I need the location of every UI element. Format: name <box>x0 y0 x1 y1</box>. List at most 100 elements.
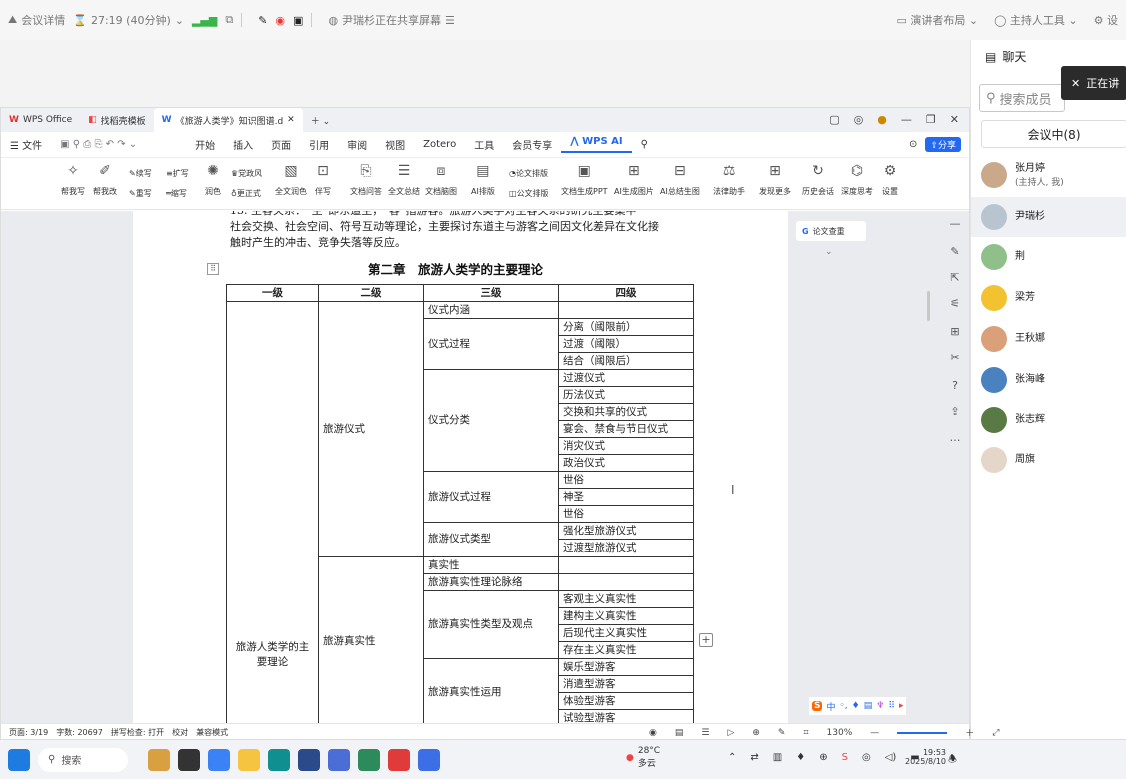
polish-button[interactable]: ✺ 润色 <box>204 162 222 197</box>
record-icon[interactable]: ◉ <box>275 14 285 27</box>
spell-check-toggle[interactable]: 拼写检查: 打开 <box>111 727 164 738</box>
menu-view[interactable]: 视图 <box>376 137 414 152</box>
gov-style-button[interactable]: ♛党政风 <box>231 168 262 179</box>
filter-icon[interactable]: ⚟ <box>947 297 963 313</box>
meeting-timer[interactable]: ⌛ 27:19 (40分钟) ⌄ <box>73 12 184 28</box>
level3-cell[interactable]: 旅游真实性运用 <box>423 658 559 723</box>
member-item[interactable]: 张海峰 <box>971 360 1126 400</box>
member-item[interactable]: 荆 <box>971 237 1126 277</box>
menu-insert[interactable]: 插入 <box>224 137 262 152</box>
taskbar-search[interactable]: ⚲ 搜索 <box>38 747 128 772</box>
popout-icon[interactable]: ⧉ <box>225 13 233 27</box>
add-column-button[interactable]: + <box>699 633 713 647</box>
official-layout-button[interactable]: ◫公文排版 <box>509 188 549 199</box>
mindmap-button[interactable]: ⧈ 文档脑图 <box>425 162 457 197</box>
outline-view-icon[interactable]: ☰ <box>701 728 709 738</box>
maximize-icon[interactable]: ❐ <box>926 113 936 126</box>
menu-member[interactable]: 会员专享 <box>503 137 561 152</box>
level4-cell[interactable]: 政治仪式 <box>558 454 694 472</box>
volume-icon[interactable]: ◁) <box>885 752 897 763</box>
meeting-details[interactable]: ⛰ 会议详情 <box>8 12 65 28</box>
level4-cell[interactable]: 客观主义真实性 <box>558 590 694 608</box>
level4-cell[interactable] <box>558 301 694 319</box>
clock[interactable]: 19:53 2025/8/10 <box>905 748 946 766</box>
ai-layout-button[interactable]: ▤ AI排版 <box>471 162 495 197</box>
host-tools-button[interactable]: ◯ 主持人工具 ⌄ <box>994 12 1078 28</box>
tab-wps-office[interactable]: W WPS Office <box>1 108 80 132</box>
menu-zotero[interactable]: Zotero <box>414 139 465 150</box>
header-cell[interactable]: 三级 <box>423 284 559 302</box>
header-cell[interactable]: 一级 <box>226 284 319 302</box>
paragraph[interactable]: 触时产生的冲击、竞争失落等反应。 <box>230 235 406 251</box>
translate-icon[interactable]: ⊞ <box>947 325 963 341</box>
calculator-icon[interactable] <box>358 748 380 771</box>
paper-check-button[interactable]: G 论文查重 <box>796 221 866 241</box>
ai-image-button[interactable]: ⊞ AI生成图片 <box>614 162 654 197</box>
tools-icon[interactable]: ✂ <box>947 351 963 367</box>
eye-icon[interactable]: ◉ <box>649 728 657 738</box>
level3-cell[interactable]: 真实性 <box>423 556 559 574</box>
tray-icon[interactable]: ⊕ <box>819 752 827 763</box>
new-tab-button[interactable]: ＋ ⌄ <box>303 108 338 132</box>
scrollbar-thumb[interactable] <box>927 291 930 321</box>
help-icon[interactable]: ? <box>947 379 963 395</box>
member-item[interactable]: 王秋娜 <box>971 319 1126 359</box>
browser-icon[interactable] <box>268 748 290 771</box>
zoom-slider[interactable] <box>897 731 948 734</box>
summary-button[interactable]: ☰ 全文总结 <box>388 162 420 197</box>
menu-review[interactable]: 审阅 <box>338 137 376 152</box>
share-doc-icon[interactable]: ⇪ <box>947 405 963 421</box>
mail-icon[interactable] <box>328 748 350 771</box>
member-item[interactable]: 张月婷 (主持人, 我) <box>971 155 1126 195</box>
level4-cell[interactable]: 神圣 <box>558 488 694 506</box>
proofread-button[interactable]: 校对 <box>172 727 188 738</box>
level4-cell[interactable]: 交换和共享的仪式 <box>558 403 694 421</box>
remote-control-icon[interactable]: ▣ <box>293 14 303 27</box>
quick-access-icons[interactable]: ▣ ⚲ ⎙ ⎘ ↶ ↷ ⌄ <box>51 139 146 150</box>
punctuation-icon[interactable]: ◦, <box>840 701 848 711</box>
more-icon[interactable]: … <box>947 431 963 447</box>
tab-chat[interactable]: ▤ 聊天 <box>985 48 1026 65</box>
skin-icon[interactable]: ◎ <box>854 113 864 126</box>
companion-button[interactable]: ⊡ 伴写 <box>314 162 332 197</box>
menu-wps-ai[interactable]: ⋀ WPS AI <box>561 136 632 153</box>
level4-cell[interactable]: 过渡仪式 <box>558 369 694 387</box>
ime-more-icon[interactable]: ▸ <box>899 701 904 711</box>
web-view-icon[interactable]: ⊕ <box>752 728 760 738</box>
level4-cell[interactable]: 过渡型旅游仪式 <box>558 539 694 557</box>
tray-icon[interactable]: ♦ <box>796 752 805 763</box>
member-item[interactable]: 张志辉 <box>971 400 1126 440</box>
chapter-heading[interactable]: 第二章 旅游人类学的主要理论 <box>368 259 543 278</box>
windows-start-icon[interactable] <box>8 748 30 771</box>
sharing-status[interactable]: ◍ 尹瑞杉正在共享屏幕 ☰ <box>328 12 454 28</box>
file-explorer-icon[interactable] <box>208 748 230 771</box>
help-edit-button[interactable]: ✐ 帮我改 <box>93 162 117 197</box>
level4-cell[interactable] <box>558 556 694 574</box>
ime-toolbar[interactable]: S 中 ◦, ♦ ▤ ♆ ⠿ ▸ <box>809 697 907 715</box>
zoom-in-icon[interactable]: ＋ <box>965 726 974 739</box>
level4-cell[interactable]: 过渡（阈限） <box>558 335 694 353</box>
level4-cell[interactable]: 分离（阈限前） <box>558 318 694 336</box>
collapse-icon[interactable]: — <box>947 217 963 233</box>
tools-grid-icon[interactable]: ⠿ <box>888 701 895 711</box>
level4-cell[interactable]: 强化型旅游仪式 <box>558 522 694 540</box>
notification-icon[interactable]: 🕭 <box>948 752 957 769</box>
level3-cell[interactable]: 旅游仪式过程 <box>423 471 559 523</box>
share-button[interactable]: ⇪分享 <box>925 137 961 152</box>
folder-icon[interactable] <box>238 748 260 771</box>
level3-cell[interactable]: 仪式分类 <box>423 369 559 472</box>
tab-document[interactable]: W 《旅游人类学》知识图谱.d ✕ <box>153 108 303 132</box>
paragraph[interactable]: 13. 主客关系：“主”即东道主，“客”指游客。旅游人类学对主客关系的研究主要集… <box>230 211 636 219</box>
level1-cell[interactable]: 旅游人类学的主要理论 <box>226 301 319 723</box>
theory-table[interactable]: 一级 二级 三级 四级 旅游人类学的主要理论 旅游仪式 仪式内涵 仪式过程 分离（… <box>226 284 694 723</box>
legal-assistant-button[interactable]: ⚖ 法律助手 <box>713 162 745 197</box>
level4-cell[interactable]: 消遣型游客 <box>558 675 694 693</box>
discover-more-button[interactable]: ⊞ 发现更多 <box>759 162 791 197</box>
window-restore-icon[interactable]: ▢ <box>829 113 839 126</box>
full-polish-button[interactable]: ▧ 全文润色 <box>275 162 307 197</box>
presenter-layout-button[interactable]: ▭ 演讲者布局 ⌄ <box>897 12 979 28</box>
level4-cell[interactable]: 试验型游客 <box>558 709 694 723</box>
zoom-out-icon[interactable]: — <box>870 728 879 738</box>
continue-button[interactable]: ✎续写 <box>129 168 152 179</box>
ai-summary-image-button[interactable]: ⊟ AI总结生图 <box>660 162 700 197</box>
